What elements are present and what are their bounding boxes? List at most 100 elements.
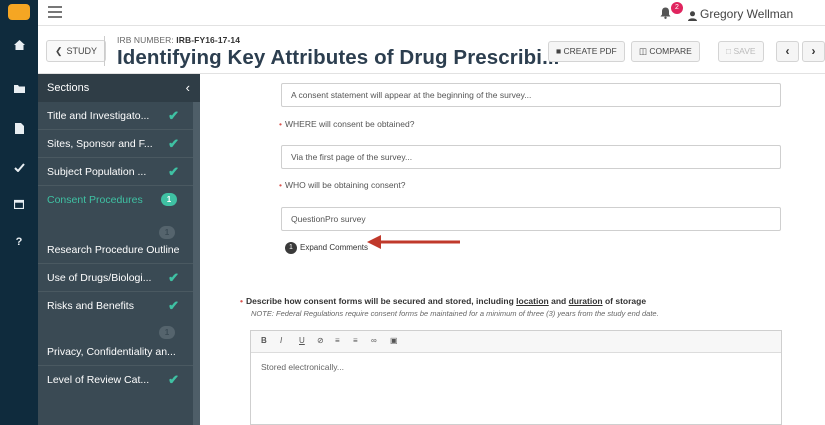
desc-part1: Describe how consent forms will be secur… — [245, 296, 517, 306]
bullet-list-icon[interactable]: ≡ — [353, 336, 358, 345]
who-consent-text: WHO will be obtaining consent? — [284, 180, 406, 190]
complete-check-icon: ✔ — [168, 270, 179, 285]
divider — [38, 365, 193, 366]
user-name[interactable]: Gregory Wellman — [700, 7, 793, 21]
who-consent-field[interactable]: QuestionPro survey — [281, 207, 781, 231]
home-icon[interactable] — [0, 40, 38, 50]
pdf-icon: ■ — [556, 46, 562, 56]
editor-content[interactable]: Stored electronically... — [261, 362, 344, 372]
sidebar-item-sites-sponsor[interactable]: Sites, Sponsor and F... ✔ — [38, 132, 193, 156]
divider — [38, 157, 193, 158]
collapse-sidebar-icon[interactable]: ‹ — [186, 74, 190, 102]
user-icon — [688, 8, 697, 26]
consent-statement-field[interactable]: A consent statement will appear at the b… — [281, 83, 781, 107]
previous-section-button[interactable]: ‹ — [776, 41, 799, 62]
divider — [38, 263, 193, 264]
complete-check-icon: ✔ — [168, 108, 179, 123]
irb-number-label: IRB NUMBER: IRB-FY16-17-14 — [117, 35, 240, 45]
create-pdf-label: CREATE PDF — [563, 46, 617, 56]
consent-procedures-form: A consent statement will appear at the b… — [200, 74, 825, 425]
header-divider — [104, 36, 105, 66]
link-icon[interactable]: ∞ — [371, 336, 377, 345]
who-consent-label: • WHO will be obtaining consent? — [279, 180, 405, 190]
sidebar-scrollbar[interactable] — [193, 102, 200, 425]
sidebar-item-label: Privacy, Confidentiality an... — [47, 346, 176, 358]
italic-icon[interactable]: I — [280, 336, 282, 345]
save-icon: □ — [726, 46, 732, 56]
comment-bubble-icon: 1 — [161, 193, 177, 206]
expand-comments-link[interactable]: 1 Expand Comments — [285, 242, 368, 254]
save-label: SAVE — [733, 46, 756, 56]
comment-count-icon: 1 — [285, 242, 297, 254]
app-logo-icon[interactable] — [8, 4, 30, 20]
divider — [38, 185, 193, 186]
duration-link[interactable]: duration — [569, 296, 603, 306]
chevron-left-icon: ‹ — [785, 44, 790, 58]
sidebar-item-label: Level of Review Cat... — [47, 374, 150, 386]
annotation-arrow-icon — [367, 235, 460, 249]
hamburger-menu-icon[interactable] — [48, 6, 62, 21]
divider — [38, 129, 193, 130]
comment-bubble-icon: 1 — [159, 326, 175, 339]
required-marker: • — [240, 296, 243, 306]
sections-sidebar: Sections ‹ Title and Investigato... ✔ Si… — [38, 74, 200, 425]
ordered-list-icon[interactable]: ≡ — [335, 336, 340, 345]
sidebar-item-label: Title and Investigato... — [47, 110, 150, 122]
page-title: Identifying Key Attributes of Drug Presc… — [117, 46, 560, 69]
back-to-study-button[interactable]: ❮ STUDY — [46, 40, 107, 62]
editor-toolbar: B I U ⊘ ≡ ≡ ∞ ▣ — [251, 331, 781, 353]
folder-icon[interactable] — [0, 84, 38, 93]
sections-header: Sections ‹ — [38, 74, 200, 102]
compare-button[interactable]: ◫ COMPARE — [631, 41, 700, 62]
calendar-icon[interactable] — [0, 199, 38, 209]
document-icon[interactable] — [0, 123, 38, 134]
required-marker: • — [279, 180, 282, 190]
chevron-right-icon: › — [811, 44, 816, 58]
sections-title: Sections — [47, 82, 90, 94]
image-icon[interactable]: ▣ — [390, 336, 398, 345]
bold-icon[interactable]: B — [261, 336, 267, 345]
irb-prefix: IRB NUMBER: — [117, 35, 174, 45]
sidebar-item-label: Consent Procedures — [47, 194, 143, 206]
divider — [38, 291, 193, 292]
app-nav-rail: ? — [0, 0, 38, 425]
sidebar-item-privacy-confidentiality[interactable]: Privacy, Confidentiality an... — [38, 340, 193, 364]
desc-part2: of storage — [602, 296, 647, 306]
expand-comments-label: Expand Comments — [300, 243, 369, 253]
sidebar-item-label: Use of Drugs/Biologi... — [47, 272, 152, 284]
sidebar-item-level-of-review[interactable]: Level of Review Cat... ✔ — [38, 368, 193, 392]
sidebar-item-label: Sites, Sponsor and F... — [47, 138, 153, 150]
where-consent-label: • WHERE will consent be obtained? — [279, 119, 414, 129]
sidebar-item-label: Risks and Benefits — [47, 300, 134, 312]
next-section-button[interactable]: › — [802, 41, 825, 62]
save-button[interactable]: □ SAVE — [718, 41, 764, 62]
sidebar-item-label: Research Procedure Outline — [47, 244, 180, 256]
sidebar-item-subject-population[interactable]: Subject Population ... ✔ — [38, 160, 193, 184]
strikethrough-icon[interactable]: ⊘ — [317, 336, 324, 345]
complete-check-icon: ✔ — [168, 136, 179, 151]
checkmark-icon[interactable] — [0, 163, 38, 172]
chevron-left-icon: ❮ — [55, 46, 63, 56]
sidebar-item-use-of-drugs[interactable]: Use of Drugs/Biologi... ✔ — [38, 266, 193, 290]
sidebar-item-research-procedure-outline[interactable]: Research Procedure Outline — [38, 238, 193, 262]
complete-check-icon: ✔ — [168, 298, 179, 313]
help-icon[interactable]: ? — [0, 236, 38, 248]
location-link[interactable]: location — [516, 296, 549, 306]
where-consent-text: WHERE will consent be obtained? — [284, 119, 415, 129]
compare-icon: ◫ — [639, 46, 648, 56]
notification-badge: 2 — [671, 2, 683, 14]
bell-icon[interactable] — [660, 6, 671, 24]
sidebar-item-risks-and-benefits[interactable]: Risks and Benefits ✔ — [38, 294, 193, 318]
required-marker: • — [279, 119, 282, 129]
storage-rich-text-editor[interactable]: B I U ⊘ ≡ ≡ ∞ ▣ Stored electronically... — [250, 330, 782, 425]
underline-icon[interactable]: U — [299, 336, 305, 345]
where-consent-field[interactable]: Via the first page of the survey... — [281, 145, 781, 169]
federal-regulations-note: NOTE: Federal Regulations require consen… — [251, 309, 659, 318]
compare-label: COMPARE — [649, 46, 692, 56]
create-pdf-button[interactable]: ■ CREATE PDF — [548, 41, 625, 62]
storage-question-label: • Describe how consent forms will be secu… — [240, 296, 646, 306]
complete-check-icon: ✔ — [168, 372, 179, 387]
desc-and: and — [548, 296, 569, 306]
sidebar-item-title-and-investigators[interactable]: Title and Investigato... ✔ — [38, 104, 193, 128]
sidebar-item-consent-procedures[interactable]: Consent Procedures 1 — [38, 188, 193, 212]
